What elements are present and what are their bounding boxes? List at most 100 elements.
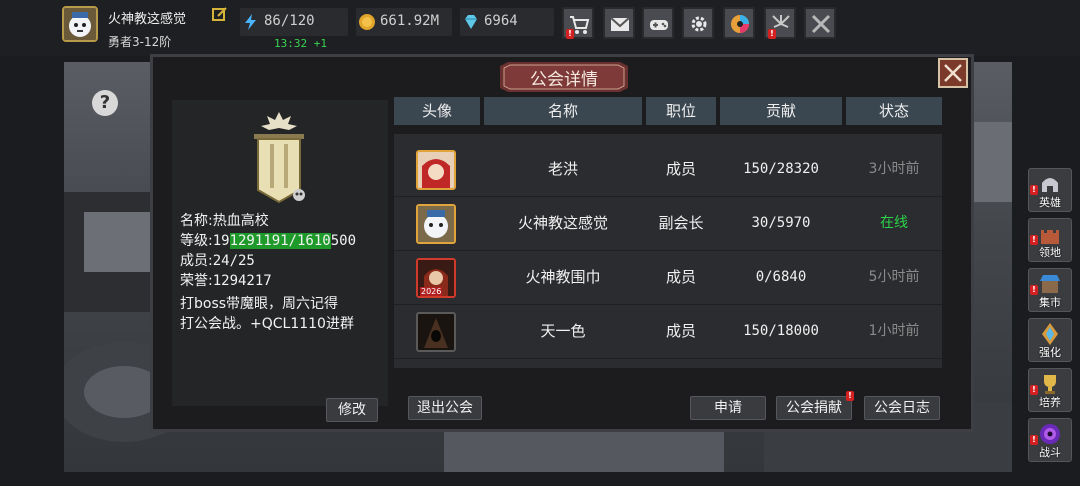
member-avatar[interactable]: [416, 204, 456, 244]
side-label: 领地: [1039, 246, 1061, 259]
guild-log-button[interactable]: 公会日志: [864, 396, 940, 420]
gold-value: 661.92M: [380, 13, 440, 29]
leave-guild-button[interactable]: 退出公会: [408, 396, 482, 420]
member-status: 1小时前: [868, 323, 920, 339]
member-name: 火神教围巾: [525, 268, 601, 286]
donate-button[interactable]: 公会捐献: [776, 396, 852, 420]
player-avatar[interactable]: [62, 6, 98, 42]
guild-honor: 1294217: [212, 273, 272, 289]
help-icon[interactable]: ?: [92, 90, 118, 116]
guild-members-line: 成员:24/25: [180, 250, 255, 270]
market-stall-icon: [1040, 275, 1060, 293]
notification-badge: !: [1030, 285, 1038, 295]
notification-badge: !: [1030, 435, 1038, 445]
settings-gear-icon: [691, 16, 707, 32]
gems-value: 6964: [484, 13, 518, 29]
side-label: 战斗: [1039, 446, 1061, 459]
member-avatar[interactable]: 2026: [416, 258, 456, 298]
top-bar: 火神教这感觉 勇者3-12阶 86/120 13:32 +1 661.92M 6…: [0, 0, 1080, 56]
member-row[interactable]: 2026 火神教围巾 成员 0/6840 5小时前: [394, 250, 942, 305]
side-territory-button[interactable]: 领地 !: [1028, 218, 1072, 262]
member-status: 5小时前: [868, 269, 920, 285]
mail-icon: [610, 17, 630, 31]
member-avatar[interactable]: [416, 150, 456, 190]
side-label: 强化: [1039, 346, 1061, 359]
member-role: 成员: [665, 268, 696, 286]
side-label: 英雄: [1039, 196, 1061, 209]
side-enhance-button[interactable]: 强化: [1028, 318, 1072, 362]
color-wheel-button[interactable]: [723, 7, 755, 39]
member-role: 成员: [665, 160, 696, 178]
side-battle-button[interactable]: 战斗 !: [1028, 418, 1072, 462]
guild-honor-label: 荣誉:: [180, 273, 213, 289]
member-contribution: 0/6840: [755, 269, 807, 285]
close-icon: [944, 64, 962, 82]
guild-level-label: 等级:: [180, 233, 213, 249]
member-role: 成员: [665, 322, 696, 340]
side-hero-button[interactable]: 英雄 !: [1028, 168, 1072, 212]
battle-button[interactable]: [804, 7, 836, 39]
gold-display: 661.92M: [356, 8, 452, 36]
skull-badge-icon: [293, 189, 305, 201]
member-contribution: 150/18000: [743, 323, 819, 339]
member-name: 火神教这感觉: [517, 214, 608, 232]
snowman-avatar-icon: [418, 206, 454, 242]
crystal-icon: [1042, 323, 1058, 345]
edit-name-icon[interactable]: [212, 6, 228, 22]
settings-button[interactable]: [682, 7, 714, 39]
avatar-year-badge: 2026: [420, 287, 443, 296]
side-market-button[interactable]: 集市 !: [1028, 268, 1072, 312]
castle-icon: [1041, 230, 1059, 244]
member-avatar[interactable]: [416, 312, 456, 352]
notification-badge: !: [846, 391, 854, 401]
shop-button[interactable]: !: [562, 7, 594, 39]
apply-button[interactable]: 申请: [690, 396, 766, 420]
side-label: 集市: [1039, 296, 1061, 309]
header-contribution: 贡献: [720, 97, 842, 125]
member-status: 在线: [880, 215, 908, 231]
member-contribution: 30/5970: [751, 215, 811, 231]
dialog-title: 公会详情: [530, 70, 598, 90]
trophy-icon: [1044, 375, 1056, 394]
guild-name-label: 名称:: [180, 213, 213, 229]
gamepad-button[interactable]: [642, 7, 674, 39]
guild-honor-line: 荣誉:1294217: [180, 270, 272, 290]
member-role: 副会长: [658, 214, 704, 232]
close-button[interactable]: [938, 58, 968, 88]
member-name: 天一色: [540, 322, 586, 340]
header-name: 名称: [484, 97, 642, 125]
side-label: 培养: [1039, 396, 1061, 409]
fireworks-button[interactable]: !: [764, 7, 796, 39]
guild-notice: 打boss带魔眼，周六记得 打公会战。+QCL1110进群: [180, 294, 390, 334]
member-row[interactable]: 火神教这感觉 副会长 30/5970 在线: [394, 196, 942, 251]
guild-notice-line: 打公会战。+QCL1110进群: [180, 316, 354, 332]
lightning-icon: [245, 14, 256, 30]
guild-members-label: 成员:: [180, 253, 213, 269]
diamond-icon: [465, 15, 477, 29]
member-list[interactable]: 老洪 成员 150/28320 3小时前 火神教这感觉 副会长 30/5970 …: [394, 134, 942, 368]
header-avatar: 头像: [394, 97, 480, 125]
player-rank: 勇者3-12阶: [108, 35, 172, 49]
member-status: 3小时前: [868, 161, 920, 177]
side-train-button[interactable]: 培养 !: [1028, 368, 1072, 412]
gold-coin-icon: [359, 14, 375, 30]
guild-name: 热血高校: [212, 213, 269, 229]
header-status: 状态: [846, 97, 942, 125]
guild-level-line: 等级:191291191/1610500: [180, 230, 356, 250]
stamina-value: 86/120: [264, 13, 315, 29]
dark-hood-avatar-icon: [418, 314, 454, 350]
member-row[interactable]: 天一色 成员 150/18000 1小时前: [394, 304, 942, 359]
member-row[interactable]: 老洪 成员 150/28320 3小时前: [394, 142, 942, 197]
header-role: 职位: [646, 97, 716, 125]
guild-level-prefix: 19: [212, 233, 230, 249]
guild-level-suffix: 500: [330, 233, 357, 249]
gems-display: 6964: [460, 8, 554, 36]
snowman-avatar-icon: [64, 8, 96, 40]
red-hair-girl-avatar-icon: [418, 152, 454, 188]
notification-badge: !: [1030, 385, 1038, 395]
edit-notice-button[interactable]: 修改: [326, 398, 378, 422]
mail-button[interactable]: [603, 7, 635, 39]
guild-name-line: 名称:热血高校: [180, 210, 269, 230]
color-wheel-icon: [731, 15, 749, 33]
gamepad-icon: [650, 20, 668, 30]
